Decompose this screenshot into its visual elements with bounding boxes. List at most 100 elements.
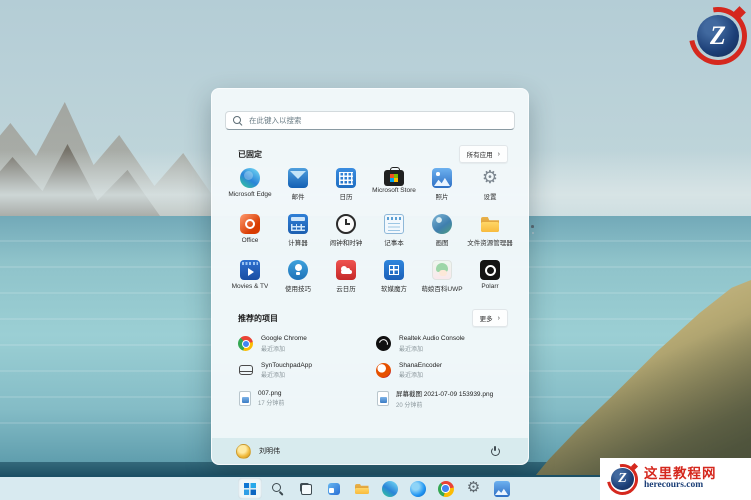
taskbar-browser-button[interactable] (406, 478, 430, 499)
app-tile-photos[interactable]: 照片 (418, 165, 466, 209)
browser-globe-icon (409, 480, 426, 497)
app-tile-tips[interactable]: 使用技巧 (274, 257, 322, 301)
gear-icon (466, 480, 482, 497)
app-label: 设置 (483, 194, 497, 201)
gear-icon (480, 167, 500, 188)
shana-encoder-icon (376, 362, 391, 378)
logo-diamond (630, 462, 639, 470)
image-file-icon (377, 390, 389, 406)
touchpad-icon (238, 363, 253, 378)
rec-item-title: SynTouchpadApp (261, 361, 312, 369)
watermark-logo-top: Z (677, 0, 751, 77)
watermark-logo: Z (600, 457, 645, 500)
office-icon (240, 214, 260, 234)
app-label: 文件资源管理器 (467, 240, 513, 247)
recommended-item-screenshot-png[interactable]: 屏幕截图 2021-07-09 153939.png 20 分钟前 (376, 388, 514, 409)
recommended-item-007-png[interactable]: 007.png 17 分钟前 (238, 388, 376, 409)
taskbar-photos-button[interactable] (490, 478, 514, 499)
taskbar-widgets-button[interactable] (322, 478, 346, 499)
more-button[interactable]: 更多 › (471, 309, 508, 327)
app-label: Microsoft Edge (228, 191, 272, 198)
watermark-title: 这里教程网 (644, 465, 717, 481)
recommended-item-shanaencoder[interactable]: ShanaEncoder 最近添加 (376, 362, 514, 379)
taskbar-chrome-button[interactable] (434, 478, 458, 499)
image-file-icon (239, 390, 251, 406)
app-tile-office[interactable]: Office (226, 211, 274, 255)
app-label: Office (241, 237, 259, 244)
taskbar-start-button[interactable] (237, 478, 262, 499)
desktop: 已固定 所有应用 › Microsoft Edge 邮件 日历 Microsof… (0, 0, 751, 500)
power-button[interactable] (486, 442, 504, 460)
avatar[interactable] (236, 443, 251, 459)
app-tile-calculator[interactable]: 计算器 (274, 211, 322, 255)
taskbar-search-button[interactable] (266, 478, 290, 499)
taskbar-settings-button[interactable] (462, 478, 486, 499)
task-view-icon (298, 481, 314, 497)
folder-icon (480, 214, 500, 234)
app-label: 照片 (435, 194, 449, 201)
watermark-url: herecours.com (644, 480, 704, 491)
app-label: 萌娘百科UWP (421, 286, 463, 293)
rec-item-subtitle: 最近添加 (261, 346, 286, 353)
recommended-item-chrome[interactable]: Google Chrome 最近添加 (238, 335, 376, 353)
rec-item-title: Realtek Audio Console (399, 335, 465, 342)
photos-icon (493, 480, 510, 497)
app-tile-mail[interactable]: 邮件 (274, 165, 322, 209)
page-dot[interactable] (531, 231, 534, 234)
taskbar-file-explorer-button[interactable] (350, 478, 374, 499)
pinned-page-dots[interactable] (531, 225, 534, 234)
rec-item-subtitle: 最近添加 (261, 373, 286, 379)
chrome-icon (437, 480, 454, 497)
recommended-item-syntouchpad[interactable]: SynTouchpadApp 最近添加 (238, 361, 376, 379)
app-tile-microsoft-store[interactable]: Microsoft Store (370, 165, 418, 209)
logo-letter: Z (697, 15, 739, 57)
recommended-grid: Google Chrome 最近添加 Realtek Audio Console… (238, 335, 514, 409)
search-box[interactable] (225, 111, 515, 130)
rec-item-subtitle: 17 分钟前 (258, 401, 285, 407)
start-menu: 已固定 所有应用 › Microsoft Edge 邮件 日历 Microsof… (211, 88, 534, 465)
pinned-apps-grid: Microsoft Edge 邮件 日历 Microsoft Store 照片 … (226, 165, 514, 301)
logo-letter: Z (611, 467, 634, 491)
edge-icon (240, 168, 260, 188)
pinned-section-title: 已固定 (238, 149, 262, 159)
chevron-right-icon: › (497, 150, 500, 158)
app-tile-settings[interactable]: 设置 (466, 165, 514, 209)
app-tile-polarr[interactable]: Polarr (466, 257, 514, 301)
photos-icon (432, 168, 452, 188)
realtek-icon (376, 336, 391, 352)
widgets-icon (326, 481, 342, 497)
app-tile-ruanmei-mofang[interactable]: 软媒魔方 (370, 257, 418, 301)
search-input[interactable] (249, 116, 507, 125)
moegirl-icon (432, 260, 452, 280)
app-tile-notepad[interactable]: 记事本 (370, 211, 418, 255)
app-tile-calendar[interactable]: 日历 (322, 165, 370, 209)
app-label: Polarr (481, 283, 499, 290)
app-tile-microsoft-edge[interactable]: Microsoft Edge (226, 165, 274, 209)
calendar-icon (336, 168, 356, 188)
all-apps-button[interactable]: 所有应用 › (458, 145, 508, 163)
recommended-item-realtek[interactable]: Realtek Audio Console 最近添加 (376, 335, 514, 353)
app-tile-movies-tv[interactable]: Movies & TV (226, 257, 274, 301)
app-tile-paint[interactable]: 画图 (418, 211, 466, 255)
edge-icon (381, 480, 398, 497)
cloud-icon (336, 260, 356, 280)
rec-item-subtitle: 最近添加 (399, 373, 424, 379)
app-label: Microsoft Store (372, 187, 416, 194)
user-name[interactable]: 刘明伟 (259, 446, 280, 456)
app-label: 使用技巧 (285, 286, 311, 293)
notepad-icon (384, 214, 404, 234)
app-label: 画图 (435, 240, 449, 247)
app-tile-alarms-clock[interactable]: 闹钟和时钟 (322, 211, 370, 255)
calculator-icon (288, 214, 308, 234)
page-dot-active[interactable] (531, 225, 534, 228)
watermark-bottom: Z 这里教程网 herecours.com (600, 457, 751, 500)
app-label: Movies & TV (231, 283, 269, 290)
app-tile-moegirl-uwp[interactable]: 萌娘百科UWP (418, 257, 466, 301)
app-label: 云日历 (336, 286, 356, 293)
taskbar-edge-button[interactable] (378, 478, 402, 499)
more-label: 更多 (479, 316, 493, 323)
app-tile-cloud-calendar[interactable]: 云日历 (322, 257, 370, 301)
app-tile-file-explorer[interactable]: 文件资源管理器 (466, 211, 514, 255)
power-icon (490, 445, 501, 457)
taskbar-task-view-button[interactable] (294, 478, 318, 499)
